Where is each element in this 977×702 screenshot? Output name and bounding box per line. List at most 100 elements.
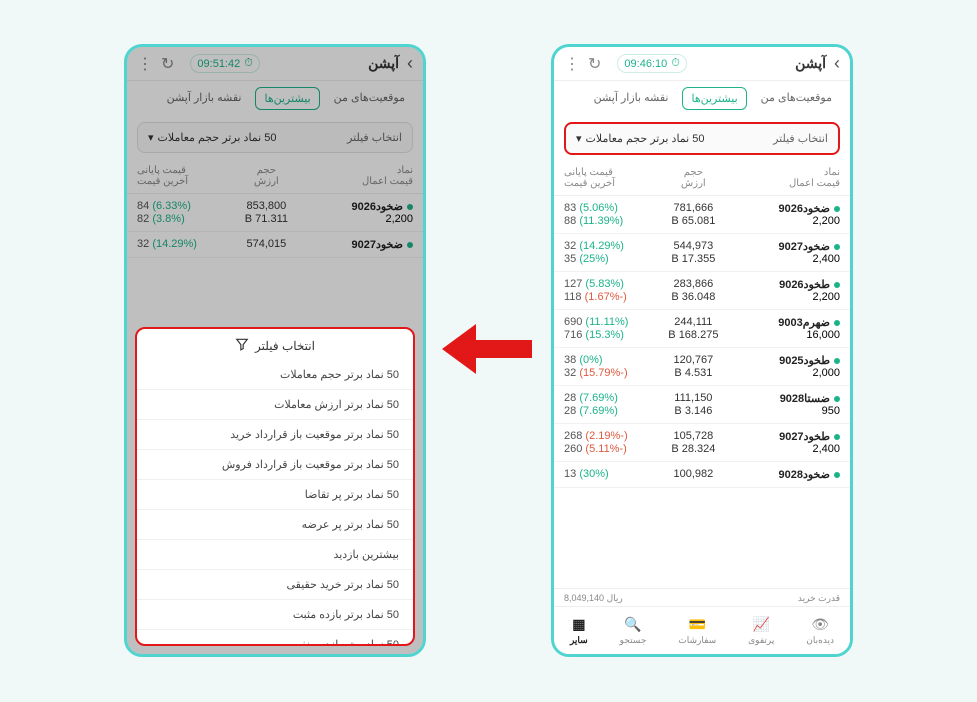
refresh-icon[interactable]: ↻ — [588, 54, 601, 74]
filter-option[interactable]: 50 نماد برتر پر عرضه — [137, 510, 413, 540]
nav-portfolio[interactable]: 📈پرتفوی — [748, 616, 774, 646]
filter-label: انتخاب فیلتر — [773, 132, 828, 145]
filter-option[interactable]: 50 نماد برتر حجم معاملات — [137, 360, 413, 390]
nav-orders[interactable]: 💳 سفارشات — [678, 616, 716, 646]
page-title: آپشن — [795, 55, 826, 72]
search-icon: 🔍 — [624, 616, 641, 633]
value-text: 36.048 B — [650, 291, 736, 303]
strike-text: 16,000 — [737, 329, 841, 341]
table-row[interactable]: ضخود9026 781,666 (5.06%) 83 2,200 65.081… — [554, 196, 850, 234]
volume-text: 544,973 — [650, 240, 736, 253]
topbar: › آپشن ⏱ 09:46:10 ↻ ⋮ — [554, 47, 850, 81]
col-volume: حجم — [650, 167, 736, 178]
buying-power-label: قدرت خرید — [798, 593, 840, 604]
grid-icon: ▦ — [572, 616, 585, 633]
volume-text: 244,111 — [650, 316, 736, 329]
volume-text: 105,728 — [650, 430, 736, 443]
symbol-text: ضخود9028 — [778, 468, 830, 481]
tab-my-positions[interactable]: موقعیت‌های من — [753, 87, 840, 110]
table-row[interactable]: ضخود9027 544,973 (14.29%) 32 2,400 17.35… — [554, 234, 850, 272]
symbol-text: طخود9026 — [779, 278, 830, 291]
table-row[interactable]: طخود9026 283,866 (5.83%) 127 2,200 36.04… — [554, 272, 850, 310]
value-text: 4.531 B — [650, 367, 736, 379]
nav-label: پرتفوی — [748, 635, 774, 646]
last-price: (7.69%) 28 — [564, 405, 650, 417]
flow-arrow-icon — [442, 324, 532, 374]
status-dot-icon — [834, 358, 840, 364]
table-row[interactable]: طخود9027 105,728 (-2.19%) 268 2,400 28.3… — [554, 424, 850, 462]
strike-text: 2,400 — [737, 443, 841, 455]
filter-option[interactable]: 50 نماد برتر موقعیت باز قرارداد خرید — [137, 420, 413, 450]
phone-list-view: › آپشن ⏱ 09:46:10 ↻ ⋮ موقعیت‌های من بیشت… — [551, 44, 853, 657]
filter-selected: 50 نماد برتر حجم معاملات ▾ — [576, 132, 705, 145]
status-dot-icon — [834, 282, 840, 288]
tab-top[interactable]: بیشترین‌ها — [682, 87, 746, 110]
volume-text: 283,866 — [650, 278, 736, 291]
strike-text: 2,400 — [737, 253, 841, 265]
symbol-text: ضخود9027 — [778, 240, 830, 253]
nav-other[interactable]: ▦سایر — [570, 616, 588, 646]
time-text: 09:46:10 — [624, 58, 667, 70]
status-dot-icon — [834, 244, 840, 250]
volume-text: 111,150 — [650, 392, 736, 405]
table-body: ضخود9026 781,666 (5.06%) 83 2,200 65.081… — [554, 196, 850, 488]
col-value: ارزش — [650, 178, 736, 189]
filter-option[interactable]: 50 نماد برتر ارزش معاملات — [137, 390, 413, 420]
back-icon[interactable]: › — [834, 53, 840, 74]
chevron-down-icon: ▾ — [576, 132, 582, 145]
table-row[interactable]: ضهرم9003 244,111 (11.11%) 690 16,000 168… — [554, 310, 850, 348]
buying-power-value: 8,049,140 — [564, 593, 604, 603]
last-price: (11.39%) 88 — [564, 215, 650, 227]
close-price: (0%) 38 — [564, 354, 650, 367]
nav-search[interactable]: 🔍جستجو — [620, 616, 647, 646]
eye-icon: 👁 — [811, 616, 829, 633]
symbol-text: طخود9025 — [779, 354, 830, 367]
filter-option[interactable]: 50 نماد برتر پر تقاضا — [137, 480, 413, 510]
col-strike: قیمت اعمال — [737, 178, 841, 189]
orders-icon: 💳 — [689, 616, 706, 633]
strike-text: 2,000 — [737, 367, 841, 379]
clock-icon: ⏱ — [671, 57, 680, 70]
buying-power-unit: ریال — [607, 593, 623, 603]
table-header: نماد قیمت اعمال حجم ارزش قیمت پایانی آخر… — [554, 161, 850, 196]
filter-selector[interactable]: انتخاب فیلتر 50 نماد برتر حجم معاملات ▾ — [564, 122, 840, 155]
close-price: (5.83%) 127 — [564, 278, 650, 291]
last-price: (15.3%) 716 — [564, 329, 650, 341]
value-text: 65.081 B — [650, 215, 736, 227]
strike-text: 950 — [737, 405, 841, 417]
tab-market-map[interactable]: نقشه بازار آپشن — [586, 87, 677, 110]
value-text: 17.355 B — [650, 253, 736, 265]
last-price: (25%) 35 — [564, 253, 650, 265]
filter-option[interactable]: 50 نماد برتر موقعیت باز قرارداد فروش — [137, 450, 413, 480]
status-dot-icon — [834, 396, 840, 402]
filter-option[interactable]: بیشترین بازدید — [137, 540, 413, 570]
buying-power-bar: قدرت خرید 8,049,140 ریال — [554, 588, 850, 606]
nav-label: سفارشات — [678, 635, 716, 646]
strike-text: 2,200 — [737, 291, 841, 303]
close-price: (-2.19%) 268 — [564, 430, 650, 443]
status-dot-icon — [834, 434, 840, 440]
symbol-text: ضخود9026 — [778, 202, 830, 215]
status-dot-icon — [834, 472, 840, 478]
filter-sheet: انتخاب فیلتر 50 نماد برتر حجم معاملات50 … — [135, 327, 415, 646]
filter-option[interactable]: 50 نماد برتر خرید حقیقی — [137, 570, 413, 600]
filter-option[interactable]: 50 نماد برتر بازده مثبت — [137, 600, 413, 630]
more-icon[interactable]: ⋮ — [564, 54, 580, 74]
close-price: (14.29%) 32 — [564, 240, 650, 253]
filter-selected-text: 50 نماد برتر حجم معاملات — [586, 132, 705, 145]
table-row[interactable]: ضستا9028 111,150 (7.69%) 28 950 3.146 B … — [554, 386, 850, 424]
nav-watchlist[interactable]: 👁 دیده‌بان — [806, 616, 834, 646]
last-price: (-15.79%) 32 — [564, 367, 650, 379]
table-row[interactable]: طخود9025 120,767 (0%) 38 2,000 4.531 B (… — [554, 348, 850, 386]
table-row[interactable]: ضخود9028 100,982 (30%) 13 — [554, 462, 850, 488]
value-text: 3.146 B — [650, 405, 736, 417]
close-price: (11.11%) 690 — [564, 316, 650, 329]
filter-option[interactable]: 50 نماد برتر بازده منفی — [137, 630, 413, 646]
col-last: آخرین قیمت — [564, 178, 650, 189]
status-dot-icon — [834, 320, 840, 326]
nav-label: دیده‌بان — [806, 635, 834, 646]
phone-filter-sheet: › آپشن ⏱ 09:51:42 ↻ ⋮ موقعیت‌های من بیشت… — [124, 44, 426, 657]
filter-sheet-header: انتخاب فیلتر — [137, 337, 413, 360]
volume-text: 120,767 — [650, 354, 736, 367]
close-price: (30%) 13 — [564, 468, 650, 481]
